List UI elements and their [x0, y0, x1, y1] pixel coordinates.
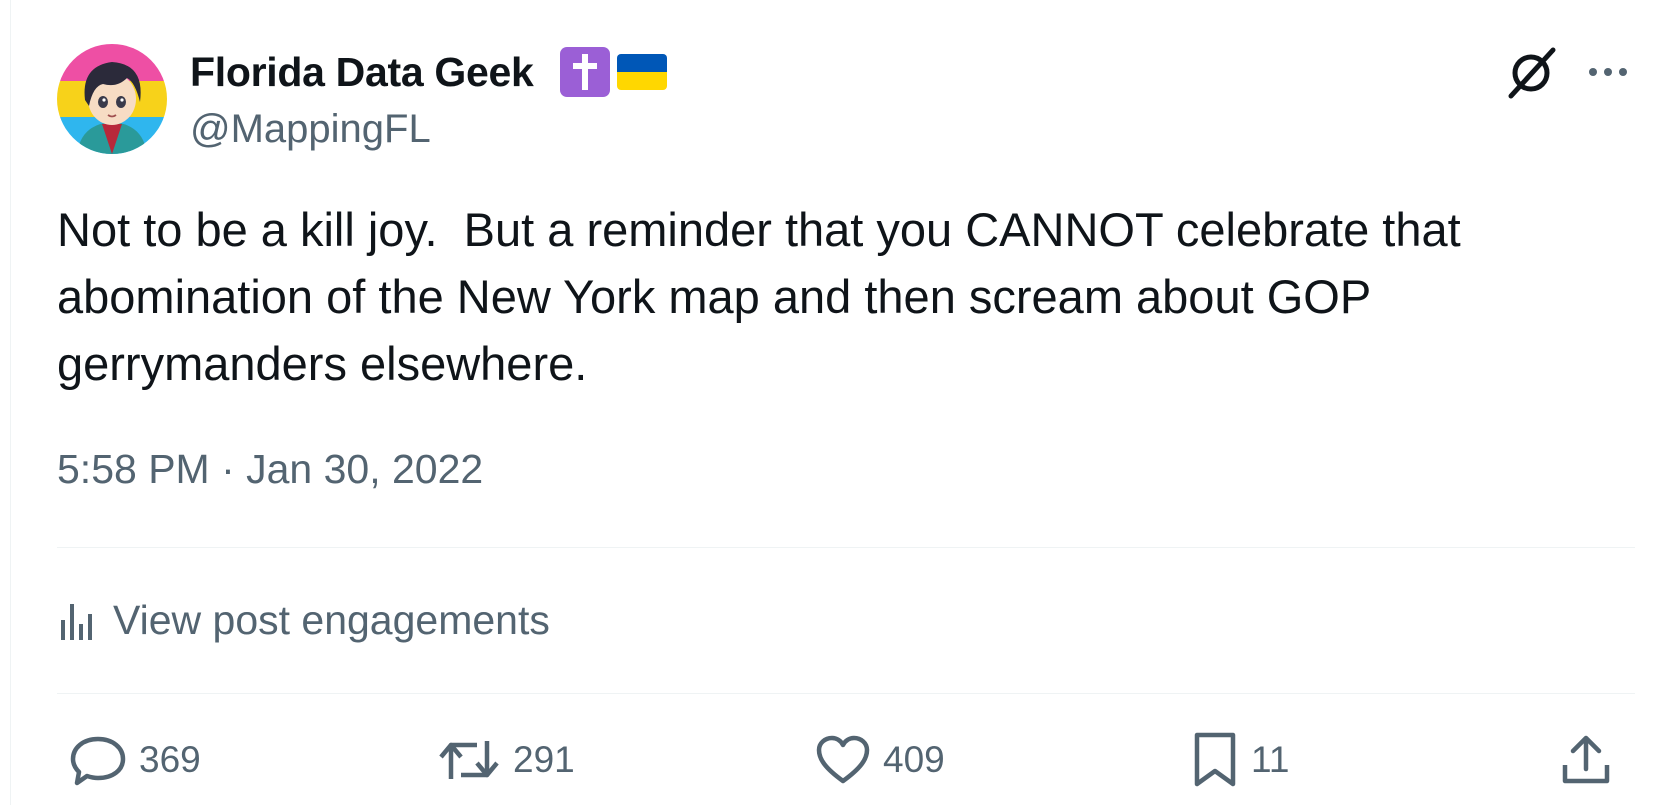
- latin-cross-icon: [560, 47, 610, 97]
- tweet-text: Not to be a kill joy. But a reminder tha…: [57, 203, 1461, 390]
- retweet-count: 291: [513, 739, 575, 780]
- left-border: [10, 0, 11, 805]
- reply-icon: [69, 733, 127, 787]
- grok-icon[interactable]: [1503, 44, 1559, 100]
- share-icon: [1560, 733, 1612, 787]
- like-button[interactable]: 409: [815, 733, 945, 787]
- bookmark-button[interactable]: 11: [1191, 731, 1290, 789]
- avatar[interactable]: [57, 44, 167, 154]
- view-engagements-label: View post engagements: [113, 596, 550, 643]
- tweet-timestamp[interactable]: 5:58 PM · Jan 30, 2022: [57, 444, 483, 494]
- divider: [57, 547, 1635, 548]
- bookmark-count: 11: [1251, 739, 1290, 780]
- analytics-icon: [57, 598, 99, 642]
- retweet-icon: [437, 733, 501, 787]
- like-count: 409: [883, 739, 945, 780]
- author-display-name[interactable]: Florida Data Geek: [190, 46, 534, 98]
- bookmark-icon: [1191, 731, 1239, 789]
- view-engagements-link[interactable]: View post engagements: [57, 592, 550, 648]
- more-icon[interactable]: [1583, 54, 1633, 90]
- reply-count: 369: [139, 739, 201, 780]
- share-button[interactable]: [1560, 733, 1612, 787]
- heart-icon: [815, 734, 871, 786]
- author-handle[interactable]: @MappingFL: [190, 104, 431, 154]
- avatar-image: [57, 44, 167, 154]
- reply-button[interactable]: 369: [69, 733, 201, 787]
- retweet-button[interactable]: 291: [437, 733, 575, 787]
- divider: [57, 693, 1635, 694]
- ukraine-flag-icon: [617, 54, 667, 90]
